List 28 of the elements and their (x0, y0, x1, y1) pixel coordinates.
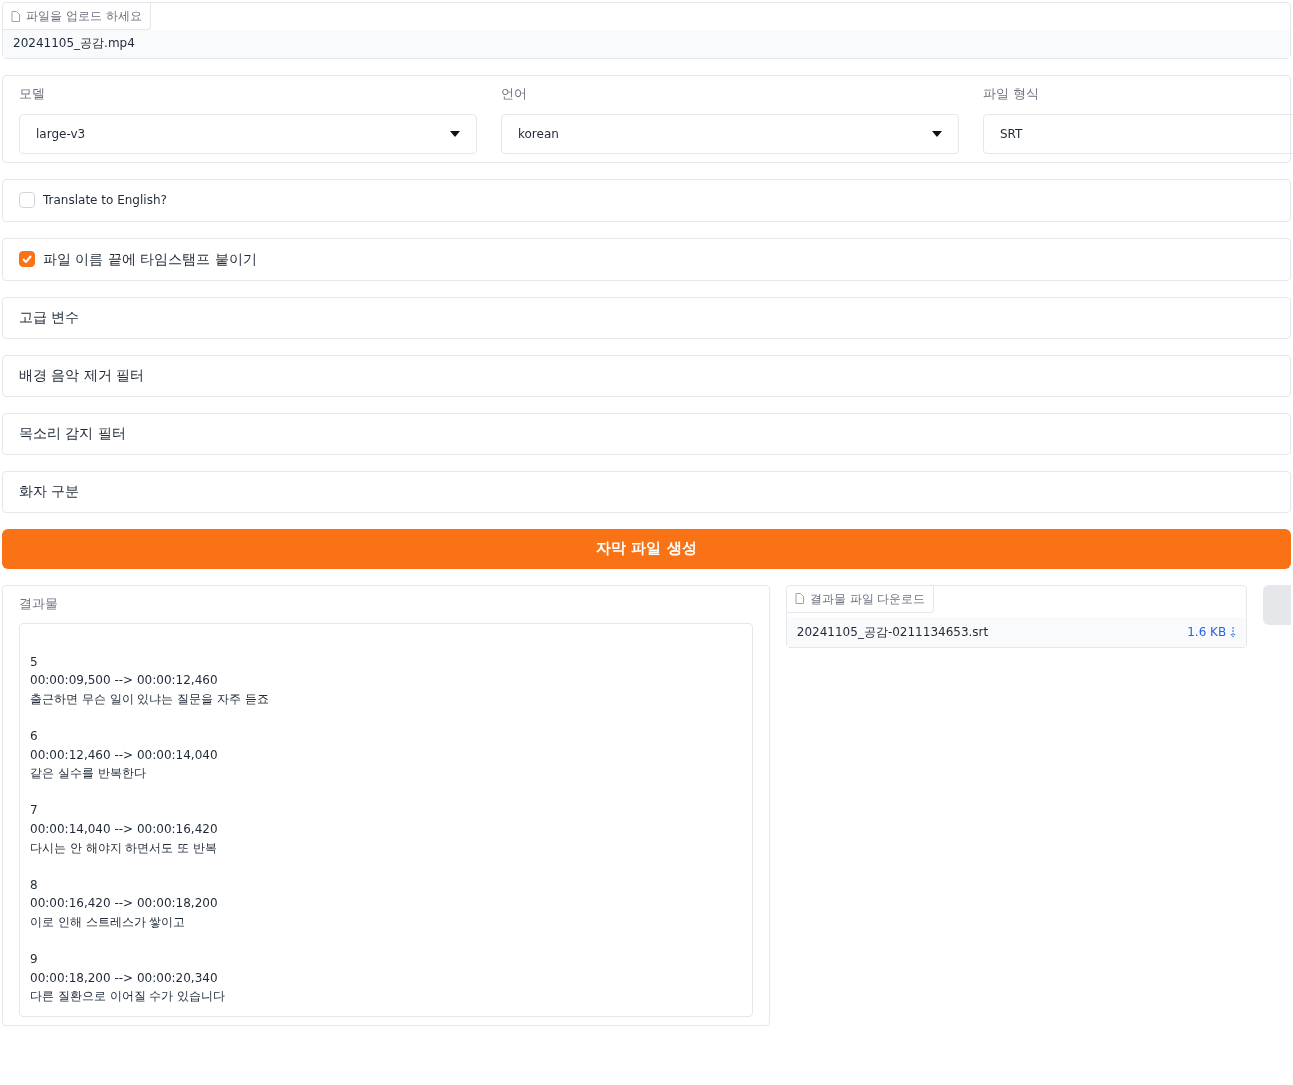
file-name[interactable]: 20241105_공감-0211134653.srt (796, 622, 989, 641)
side-button[interactable] (1263, 584, 1291, 625)
caret-icon (450, 130, 460, 137)
field-label: 모델 (19, 85, 46, 103)
output-textbox[interactable]: 5 00:00:09,500 --> 00:00:12,460 출근하면 무슨 일이 있냐는 질문을 자주 듣죠 6 00:00:12,460 --> 00:00:14,040 같은 실수를 반복한다 7 00:00:14,040 --> 00:00:16,420 다시는 안 해야지 하면서도 또 반복 8 00:00:16,420 --> 00:00:18,200 이로 인해 스트레스가 쌓이고 9 00:00:18,200 --> 00:00:20,340 다른 질환으로 이어질 수가 있습니다 (19, 623, 753, 1017)
output-label: 결과물 (19, 594, 59, 613)
accordion-header[interactable]: 목소리 감지 필터 (2, 412, 1291, 455)
upload-label: 파일을 업로드 하세요 (26, 8, 142, 25)
checkbox-label[interactable]: Translate to English? (43, 191, 167, 209)
accordion-header[interactable]: 배경 음악 제거 필터 (2, 354, 1291, 397)
field-label: 언어 (501, 85, 528, 103)
checkbox[interactable] (19, 251, 35, 267)
accordion-header[interactable]: 화자 구분 (2, 470, 1291, 513)
checkbox[interactable] (19, 192, 35, 208)
file-icon (11, 10, 20, 22)
dropdown-field[interactable]: SRT (983, 113, 1293, 154)
dropdown-field[interactable]: korean (501, 113, 959, 154)
dropdown-field[interactable]: large-v3 (19, 113, 477, 154)
download-label: 결과물 파일 다운로드 (809, 590, 926, 608)
download-link[interactable]: 1.6 KB (1187, 622, 1237, 641)
file-name[interactable]: 20241105_공감.mp4 (13, 36, 135, 50)
field-label: 파일 형식 (983, 85, 1041, 103)
checkbox-label[interactable]: 파일 이름 끝에 타임스탬프 붙이기 (43, 248, 257, 270)
download-icon (1230, 626, 1237, 638)
check-icon (22, 255, 32, 263)
file-icon (794, 593, 804, 604)
accordion-header[interactable]: 고급 변수 (2, 296, 1291, 339)
caret-icon (932, 130, 942, 137)
